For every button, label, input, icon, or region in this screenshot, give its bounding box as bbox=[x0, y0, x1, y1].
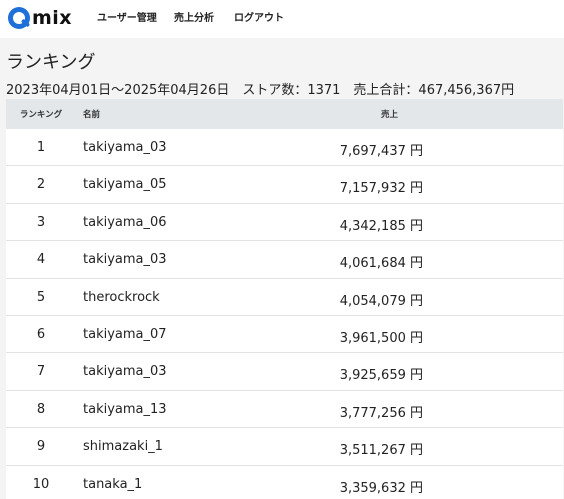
table-row[interactable]: 8 takiyama_13 3,777,256 円 bbox=[6, 390, 563, 429]
table-row[interactable]: 2 takiyama_05 7,157,932 円 bbox=[6, 166, 563, 204]
name-cell: takiyama_05 bbox=[83, 177, 167, 193]
table-row[interactable]: 10 tanaka_1 3,359,632 円 bbox=[6, 465, 563, 499]
table-row[interactable]: 3 takiyama_06 4,342,185 円 bbox=[6, 203, 563, 242]
rank-cell: 7 bbox=[36, 364, 46, 380]
rank-cell: 10 bbox=[32, 476, 50, 492]
name-cell: therockrock bbox=[83, 289, 160, 305]
sales-cell: 3,359,632 円 bbox=[339, 480, 423, 496]
sales-cell: 7,157,932 円 bbox=[339, 181, 423, 197]
main-content: ランキング 2023年04月01日～2025年04月26日 ストア数：1371 … bbox=[0, 38, 564, 499]
sales-cell: 3,961,500 円 bbox=[339, 330, 423, 346]
name-cell: takiyama_03 bbox=[83, 252, 167, 268]
sales-cell: 4,054,079 円 bbox=[339, 293, 423, 309]
logo-q-icon bbox=[8, 7, 30, 29]
rank-cell: 6 bbox=[36, 326, 46, 342]
name-cell: tanaka_1 bbox=[83, 476, 143, 492]
rank-cell: 8 bbox=[36, 401, 46, 417]
table-row[interactable]: 5 therockrock 4,054,079 円 bbox=[6, 278, 563, 316]
name-cell: shimazaki_1 bbox=[83, 439, 163, 455]
sales-cell: 4,061,684 円 bbox=[339, 256, 423, 272]
sales-cell: 4,342,185 円 bbox=[339, 218, 423, 234]
table-row[interactable]: 6 takiyama_07 3,961,500 円 bbox=[6, 315, 563, 354]
table-header: ランキング 名前 売上 bbox=[6, 99, 563, 129]
rank-cell: 2 bbox=[36, 177, 46, 193]
rank-cell: 1 bbox=[36, 140, 46, 155]
page-title: ランキング bbox=[6, 52, 96, 73]
ranking-table: ランキング 名前 売上 1 takiyama_03 7,697,437 円 2 … bbox=[6, 99, 563, 499]
nav-logout[interactable]: ログアウト bbox=[234, 9, 284, 24]
name-cell: takiyama_13 bbox=[83, 401, 167, 417]
name-cell: takiyama_07 bbox=[83, 326, 167, 342]
table-row[interactable]: 9 shimazaki_1 3,511,267 円 bbox=[6, 428, 563, 466]
rank-cell: 5 bbox=[36, 289, 46, 305]
sales-cell: 3,925,659 円 bbox=[339, 368, 423, 384]
qmix-logo[interactable]: mix bbox=[8, 5, 72, 31]
name-cell: takiyama_06 bbox=[83, 214, 167, 230]
table-row[interactable]: 4 takiyama_03 4,061,684 円 bbox=[6, 241, 563, 279]
rank-cell: 4 bbox=[36, 252, 46, 268]
rank-cell: 3 bbox=[36, 214, 46, 230]
logo-text: mix bbox=[32, 7, 73, 29]
sales-cell: 3,777,256 円 bbox=[339, 405, 423, 421]
sales-cell: 3,511,267 円 bbox=[339, 443, 423, 459]
table-row[interactable]: 7 takiyama_03 3,925,659 円 bbox=[6, 353, 563, 391]
rank-cell: 9 bbox=[36, 439, 46, 455]
column-header-name[interactable]: 名前 bbox=[83, 108, 100, 120]
column-header-rank[interactable]: ランキング bbox=[6, 108, 76, 120]
table-row[interactable]: 1 takiyama_03 7,697,437 円 bbox=[6, 129, 563, 167]
nav-user-management[interactable]: ユーザー管理 bbox=[97, 9, 157, 24]
name-cell: takiyama_03 bbox=[83, 140, 167, 155]
column-header-sales[interactable]: 売上 bbox=[381, 108, 398, 120]
top-navbar: mix ユーザー管理 売上分析 ログアウト bbox=[0, 0, 564, 38]
summary-text: 2023年04月01日～2025年04月26日 ストア数：1371 売上合計：4… bbox=[6, 83, 515, 98]
name-cell: takiyama_03 bbox=[83, 364, 167, 380]
sales-cell: 7,697,437 円 bbox=[339, 144, 423, 159]
nav-sales-analysis[interactable]: 売上分析 bbox=[174, 9, 214, 24]
